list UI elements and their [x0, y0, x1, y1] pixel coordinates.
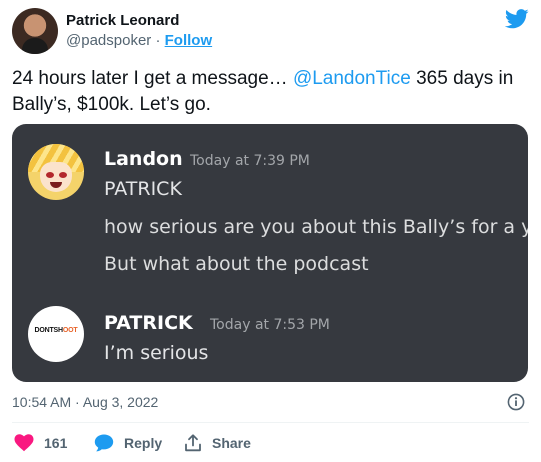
message-line: how serious are you about this Bally’s f…	[104, 216, 528, 238]
message-line: PATRICK	[104, 178, 182, 200]
separator: ·	[155, 32, 161, 49]
reply-label: Reply	[124, 435, 163, 451]
message-line: I’m serious	[104, 342, 209, 364]
tweet-actions: 161 Reply Share	[12, 432, 412, 454]
author-handle[interactable]: @padspoker	[66, 32, 151, 49]
tweet-text: 24 hours later I get a message… @LandonT…	[12, 68, 514, 115]
tweet-timestamp[interactable]: 10:54 AM · Aug 3, 2022	[12, 394, 158, 410]
message-time: Today at 7:39 PM	[190, 153, 310, 169]
author-name[interactable]: Patrick Leonard	[66, 12, 179, 29]
message-time: Today at 7:53 PM	[210, 317, 330, 333]
mention-link[interactable]: @LandonTice	[293, 68, 411, 89]
share-button[interactable]: Share	[184, 432, 251, 454]
discord-screenshot[interactable]: Landon Today at 7:39 PM PATRICK how seri…	[12, 124, 528, 382]
cut-off-line	[104, 374, 434, 382]
follow-link[interactable]: Follow	[165, 32, 213, 49]
tweet-header: Patrick Leonard @padspoker · Follow	[12, 8, 529, 56]
message-line: But what about the podcast	[104, 253, 369, 275]
reply-bubble-icon	[94, 434, 114, 452]
share-label: Share	[212, 435, 251, 451]
info-icon[interactable]	[507, 393, 525, 411]
message-username: Landon	[104, 148, 183, 170]
like-button[interactable]: 161	[14, 432, 67, 454]
dontshoot-logo: DONTSHOOT	[34, 327, 78, 334]
share-icon	[185, 434, 201, 452]
message-username: PATRICK	[104, 312, 193, 334]
divider	[12, 422, 529, 423]
dontshoot-avatar: DONTSHOOT	[28, 306, 84, 362]
heart-icon	[14, 434, 34, 452]
twitter-bird-icon[interactable]	[505, 8, 529, 30]
like-count: 161	[44, 435, 68, 451]
author-handle-line: @padspoker · Follow	[66, 32, 212, 49]
author-avatar[interactable]	[12, 8, 58, 54]
landon-avatar	[28, 144, 84, 200]
reply-button[interactable]: Reply	[94, 432, 162, 454]
